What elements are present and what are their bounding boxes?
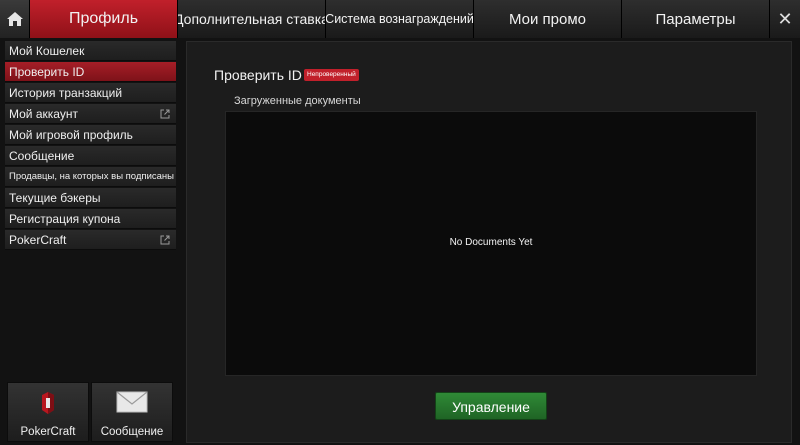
verify-id-panel: Проверить ID Непроверенный Загруженные д…: [186, 41, 792, 443]
tab-settings[interactable]: Параметры: [622, 0, 770, 38]
sidebar-item-wallet[interactable]: Мой Кошелек: [5, 41, 176, 61]
external-link-icon: [160, 235, 170, 245]
sidebar-item-game-profile[interactable]: Мой игровой профиль: [5, 125, 176, 145]
sidebar-item-label: Продавцы, на которых вы подписаны: [9, 171, 174, 182]
envelope-icon: [116, 391, 148, 413]
external-link-icon: [160, 109, 170, 119]
home-button[interactable]: [0, 0, 30, 38]
sidebar-item-label: Мой Кошелек: [9, 44, 85, 58]
message-shortcut-button[interactable]: Сообщение: [91, 382, 173, 442]
sidebar-item-verify-id[interactable]: Проверить ID: [5, 62, 176, 82]
page-title: Проверить ID: [214, 67, 302, 83]
tab-profile[interactable]: Профиль: [30, 0, 178, 38]
tab-rewards[interactable]: Система вознаграждений: [326, 0, 474, 38]
sidebar-item-account[interactable]: Мой аккаунт: [5, 104, 176, 124]
pokercraft-icon: [42, 392, 54, 414]
sidebar-item-transactions[interactable]: История транзакций: [5, 83, 176, 103]
sidebar-item-followed-sellers[interactable]: Продавцы, на которых вы подписаны: [5, 167, 176, 187]
close-icon: ✕: [777, 8, 793, 29]
sidebar-item-label: Проверить ID: [9, 65, 85, 79]
manage-button[interactable]: Управление: [435, 392, 547, 420]
top-tab-bar: Профиль Дополнительная ставка Система во…: [0, 0, 800, 38]
pokercraft-shortcut-label: PokerCraft: [20, 426, 76, 438]
tab-promos[interactable]: Мои промо: [474, 0, 622, 38]
tab-extra-bet[interactable]: Дополнительная ставка: [178, 0, 326, 38]
message-shortcut-label: Сообщение: [100, 426, 164, 438]
sidebar-item-label: Текущие бэкеры: [9, 191, 101, 205]
sidebar-item-coupon-registration[interactable]: Регистрация купона: [5, 209, 176, 229]
sidebar-item-current-backers[interactable]: Текущие бэкеры: [5, 188, 176, 208]
sidebar-item-label: Мой аккаунт: [9, 107, 78, 121]
empty-documents-message: No Documents Yet: [449, 237, 533, 248]
sidebar-item-label: PokerCraft: [9, 233, 67, 247]
sidebar-item-label: Регистрация купона: [9, 212, 121, 226]
sidebar-item-label: История транзакций: [9, 86, 123, 100]
sidebar-item-pokercraft[interactable]: PokerCraft: [5, 230, 176, 250]
status-badge: Непроверенный: [304, 69, 359, 81]
home-icon: [6, 12, 23, 26]
sidebar-item-label: Мой игровой профиль: [9, 128, 133, 142]
uploaded-documents-label: Загруженные документы: [234, 95, 361, 107]
documents-list: No Documents Yet: [225, 111, 757, 376]
close-button[interactable]: ✕: [770, 0, 800, 38]
sidebar-item-label: Сообщение: [9, 149, 75, 163]
sidebar: Мой Кошелек Проверить ID История транзак…: [5, 41, 176, 251]
sidebar-item-messages[interactable]: Сообщение: [5, 146, 176, 166]
pokercraft-shortcut-button[interactable]: PokerCraft: [7, 382, 89, 442]
